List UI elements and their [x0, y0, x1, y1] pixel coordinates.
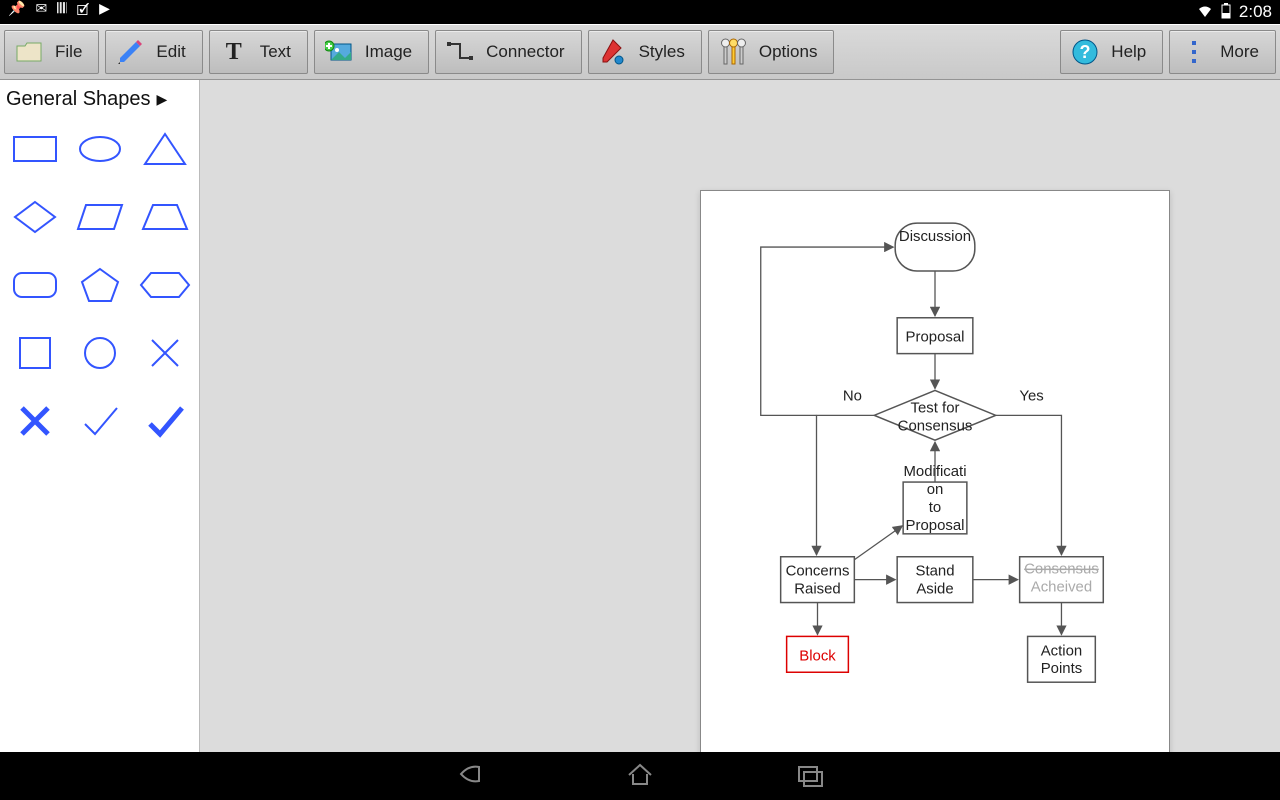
styles-button[interactable]: Styles	[588, 30, 702, 74]
more-label: More	[1220, 42, 1259, 62]
shape-circle[interactable]	[69, 323, 130, 383]
node-test-l1: Test for	[911, 399, 960, 416]
mail-icon: ✉	[35, 0, 47, 24]
android-status-bar: 📌 ✉ 𝄃𝄃𝄃 🗹 ▶ 2:08	[0, 0, 1280, 24]
block-label: Block	[799, 647, 836, 664]
consensus-l2: Acheived	[1031, 579, 1092, 596]
store-icon: ▶	[99, 0, 110, 24]
help-label: Help	[1111, 42, 1146, 62]
nav-back-button[interactable]	[455, 759, 485, 794]
main-toolbar: File Edit T Text Image Connector Styles	[0, 24, 1280, 80]
text-icon: T	[220, 38, 248, 66]
edit-label: Edit	[156, 42, 185, 62]
node-discussion[interactable]: Discussion	[895, 223, 975, 271]
image-label: Image	[365, 42, 412, 62]
mod-l2: on	[927, 481, 944, 498]
folder-icon	[15, 38, 43, 66]
chevron-right-icon: ▶	[157, 91, 168, 108]
canvas-area[interactable]: Discussion Proposal Test for Consensus	[200, 80, 1280, 752]
nav-home-button[interactable]	[625, 759, 655, 794]
more-icon	[1180, 38, 1208, 66]
status-time: 2:08	[1239, 2, 1272, 22]
shape-triangle[interactable]	[134, 119, 195, 179]
file-button[interactable]: File	[4, 30, 99, 74]
edge-test-no	[817, 415, 875, 554]
image-icon	[325, 38, 353, 66]
action-l1: Action	[1041, 642, 1082, 659]
text-button[interactable]: T Text	[209, 30, 308, 74]
node-action-points[interactable]: Action Points	[1028, 636, 1096, 682]
sidebar-category-header[interactable]: General Shapes ▶	[4, 86, 195, 119]
main-area: General Shapes ▶	[0, 80, 1280, 752]
shape-rounded-rectangle[interactable]	[4, 255, 65, 315]
shape-check-thin[interactable]	[69, 391, 130, 451]
clipboard-icon: 🗹	[77, 0, 90, 24]
image-button[interactable]: Image	[314, 30, 429, 74]
barcode-icon: 𝄃𝄃𝄃	[57, 0, 66, 24]
mod-l3: to	[929, 499, 941, 516]
wifi-icon	[1197, 4, 1213, 21]
concerns-l1: Concerns	[786, 563, 850, 580]
shape-hexagon[interactable]	[134, 255, 195, 315]
node-proposal-label: Proposal	[906, 329, 965, 346]
svg-text:?: ?	[1080, 42, 1091, 62]
concerns-l2: Raised	[794, 581, 840, 598]
shapes-sidebar: General Shapes ▶	[0, 80, 200, 752]
node-discussion-label: Discussion	[899, 228, 971, 245]
shape-ellipse[interactable]	[69, 119, 130, 179]
label-no: No	[843, 387, 862, 404]
node-proposal[interactable]: Proposal	[897, 318, 973, 354]
edge-test-yes	[996, 415, 1062, 554]
styles-label: Styles	[639, 42, 685, 62]
node-test-l2: Consensus	[898, 417, 973, 434]
mod-l4: Proposal	[906, 517, 965, 534]
connector-label: Connector	[486, 42, 564, 62]
canvas-page[interactable]: Discussion Proposal Test for Consensus	[700, 190, 1170, 752]
android-nav-bar	[0, 752, 1280, 800]
edge-concerns-mod	[854, 526, 902, 560]
node-test-consensus[interactable]: Test for Consensus	[874, 390, 995, 440]
connector-icon	[446, 38, 474, 66]
nav-recent-button[interactable]	[795, 759, 825, 794]
shape-parallelogram[interactable]	[69, 187, 130, 247]
shape-diamond[interactable]	[4, 187, 65, 247]
file-label: File	[55, 42, 82, 62]
edit-button[interactable]: Edit	[105, 30, 202, 74]
node-concerns[interactable]: Concerns Raised	[781, 557, 855, 603]
node-stand-aside[interactable]: Stand Aside	[897, 557, 973, 603]
options-label: Options	[759, 42, 818, 62]
pin-icon: 📌	[8, 0, 25, 24]
shape-check-thick[interactable]	[134, 391, 195, 451]
stand-l1: Stand	[916, 563, 955, 580]
action-l2: Points	[1041, 660, 1082, 677]
shape-pentagon[interactable]	[69, 255, 130, 315]
shape-rectangle[interactable]	[4, 119, 65, 179]
options-icon	[719, 38, 747, 66]
stand-l2: Aside	[916, 581, 953, 598]
help-icon: ?	[1071, 38, 1099, 66]
shape-cross-thin[interactable]	[134, 323, 195, 383]
edge-loop-discussion	[761, 247, 893, 415]
node-block[interactable]: Block	[787, 636, 849, 672]
pencil-icon	[116, 38, 144, 66]
sidebar-header-label: General Shapes	[6, 88, 151, 111]
shape-trapezoid[interactable]	[134, 187, 195, 247]
text-label: Text	[260, 42, 291, 62]
styles-icon	[599, 38, 627, 66]
shapes-grid	[4, 119, 195, 451]
node-consensus-achieved[interactable]: Consensus Acheived	[1020, 557, 1104, 603]
shape-cross-thick[interactable]	[4, 391, 65, 451]
consensus-l1: Consensus	[1024, 561, 1099, 578]
help-button[interactable]: ? Help	[1060, 30, 1163, 74]
connector-button[interactable]: Connector	[435, 30, 581, 74]
battery-icon	[1221, 3, 1231, 22]
options-button[interactable]: Options	[708, 30, 835, 74]
shape-square[interactable]	[4, 323, 65, 383]
label-yes: Yes	[1019, 387, 1043, 404]
more-button[interactable]: More	[1169, 30, 1276, 74]
